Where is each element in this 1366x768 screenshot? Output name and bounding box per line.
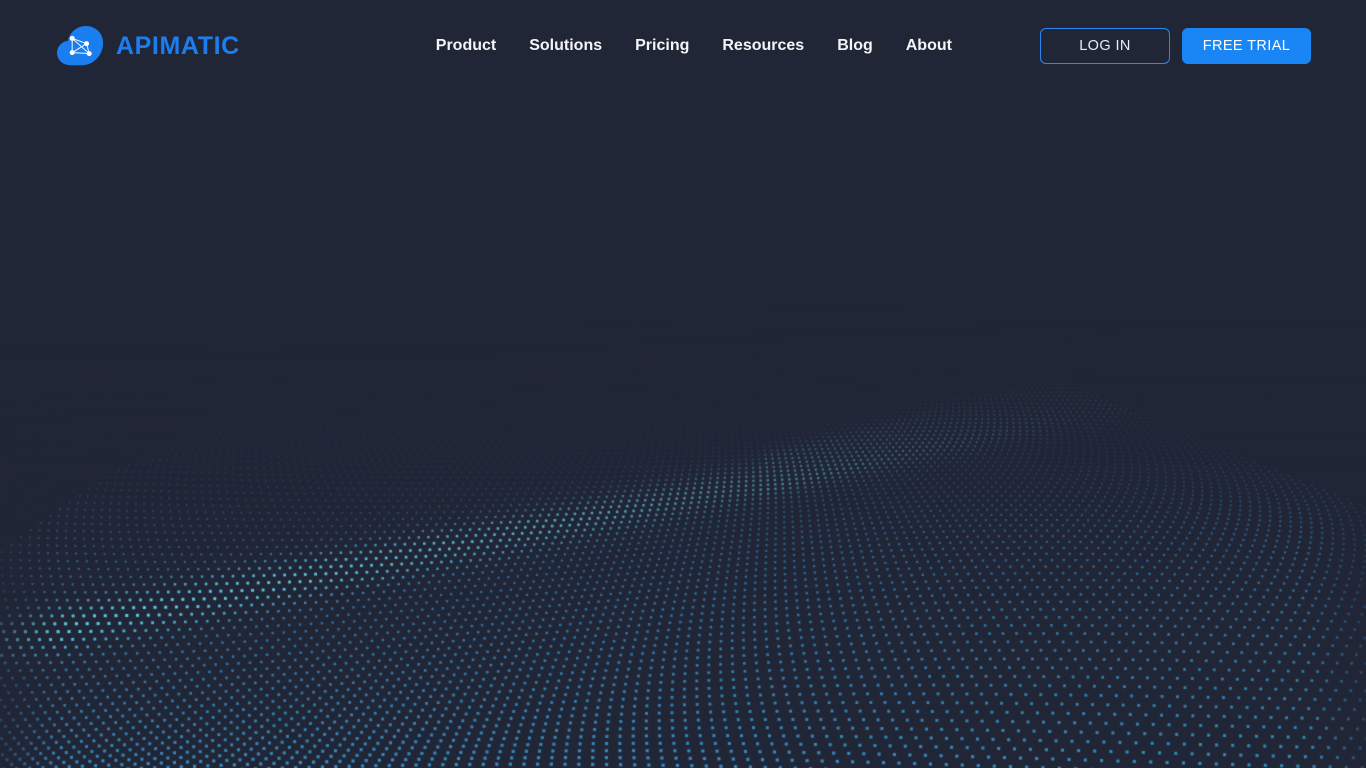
nav-item-resources[interactable]: Resources (722, 38, 804, 54)
brand-logo-link[interactable]: APIMATIC (57, 26, 240, 66)
site-header: APIMATIC Product Solutions Pricing Resou… (0, 0, 1366, 92)
page-root: APIMATIC Product Solutions Pricing Resou… (0, 0, 1366, 768)
nav-item-blog[interactable]: Blog (837, 38, 873, 54)
nav-item-product[interactable]: Product (436, 38, 496, 54)
hero-section (0, 0, 1366, 768)
log-in-button[interactable]: LOG IN (1040, 28, 1170, 64)
apimatic-cloud-network-logo-icon (57, 26, 103, 66)
brand-name-text: APIMATIC (116, 31, 240, 60)
particle-wave-background (0, 0, 1366, 768)
free-trial-button[interactable]: FREE TRIAL (1182, 28, 1311, 64)
main-navigation: Product Solutions Pricing Resources Blog… (436, 38, 952, 54)
nav-item-solutions[interactable]: Solutions (529, 38, 602, 54)
nav-item-about[interactable]: About (906, 38, 952, 54)
nav-item-pricing[interactable]: Pricing (635, 38, 689, 54)
header-actions: LOG IN FREE TRIAL (1040, 28, 1311, 64)
